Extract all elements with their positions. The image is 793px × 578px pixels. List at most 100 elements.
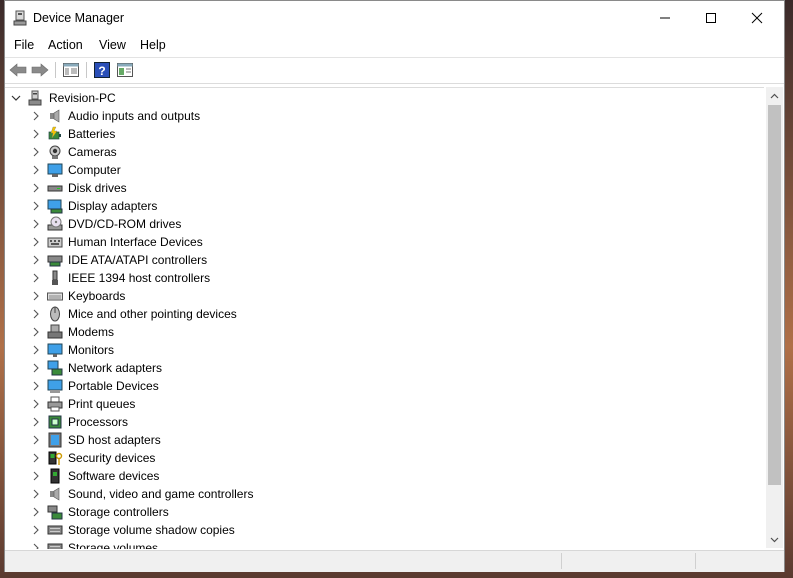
back-button[interactable] <box>8 61 28 79</box>
tree-category-item[interactable]: Storage volumes <box>5 539 745 549</box>
chevron-right-icon[interactable] <box>31 164 41 176</box>
properties-icon <box>117 63 133 77</box>
chevron-down-icon[interactable] <box>11 92 21 104</box>
tree-category-item[interactable]: Print queues <box>5 395 745 413</box>
tree-category-item[interactable]: Sound, video and game controllers <box>5 485 745 503</box>
tree-category-item[interactable]: Software devices <box>5 467 745 485</box>
tree-category-item[interactable]: Batteries <box>5 125 745 143</box>
chevron-right-icon[interactable] <box>31 308 41 320</box>
tree-category-label: Audio inputs and outputs <box>68 109 201 123</box>
chevron-right-icon[interactable] <box>31 506 41 518</box>
tree-category-label: Network adapters <box>68 361 163 375</box>
tree-category-item[interactable]: Audio inputs and outputs <box>5 107 745 125</box>
tree-category-item[interactable]: Mice and other pointing devices <box>5 305 745 323</box>
chevron-right-icon[interactable] <box>31 524 41 536</box>
chevron-right-icon[interactable] <box>31 398 41 410</box>
scroll-up-button[interactable] <box>766 87 783 104</box>
portable-device-icon <box>47 379 63 393</box>
tree-category-label: Batteries <box>68 127 116 141</box>
close-icon <box>751 12 763 24</box>
tree-category-label: Mice and other pointing devices <box>68 307 237 321</box>
tree-category-item[interactable]: Cameras <box>5 143 745 161</box>
menu-view[interactable]: View <box>99 38 126 52</box>
tree-category-item[interactable]: Display adapters <box>5 197 745 215</box>
chevron-right-icon[interactable] <box>31 542 41 549</box>
tree-category-item[interactable]: Keyboards <box>5 287 745 305</box>
maximize-button[interactable] <box>688 1 734 35</box>
window-title: Device Manager <box>33 11 125 25</box>
scrollbar-thumb[interactable] <box>768 105 781 485</box>
tree-category-item[interactable]: Monitors <box>5 341 745 359</box>
show-hide-console-tree-button[interactable] <box>61 61 81 79</box>
chevron-right-icon[interactable] <box>31 326 41 338</box>
tree-category-item[interactable]: Storage controllers <box>5 503 745 521</box>
chevron-right-icon[interactable] <box>31 218 41 230</box>
scroll-down-button[interactable] <box>766 531 783 548</box>
tree-category-item[interactable]: IDE ATA/ATAPI controllers <box>5 251 745 269</box>
tree-category-label: Storage controllers <box>68 505 169 519</box>
tree-category-item[interactable]: Storage volume shadow copies <box>5 521 745 539</box>
chevron-right-icon[interactable] <box>31 182 41 194</box>
tree-category-label: Cameras <box>68 145 117 159</box>
processor-icon <box>48 415 62 429</box>
printer-icon <box>47 396 63 412</box>
ide-controller-icon <box>47 255 63 267</box>
tree-category-item[interactable]: Computer <box>5 161 745 179</box>
chevron-right-icon[interactable] <box>31 128 41 140</box>
close-button[interactable] <box>734 1 780 35</box>
chevron-right-icon[interactable] <box>31 380 41 392</box>
tree-category-item[interactable]: SD host adapters <box>5 431 745 449</box>
tree-category-item[interactable]: Processors <box>5 413 745 431</box>
tree-category-item[interactable]: IEEE 1394 host controllers <box>5 269 745 287</box>
sd-card-icon <box>48 432 62 448</box>
tree-root-item[interactable]: Revision-PC <box>5 89 745 107</box>
forward-button[interactable] <box>30 61 50 79</box>
menu-help[interactable]: Help <box>140 38 166 52</box>
tree-category-item[interactable]: Modems <box>5 323 745 341</box>
chevron-right-icon[interactable] <box>31 470 41 482</box>
chevron-right-icon[interactable] <box>31 236 41 248</box>
tree-category-item[interactable]: Human Interface Devices <box>5 233 745 251</box>
chevron-right-icon[interactable] <box>31 362 41 374</box>
tree-category-label: Storage volumes <box>68 541 159 549</box>
maximize-icon <box>706 13 716 23</box>
chevron-right-icon[interactable] <box>31 416 41 428</box>
device-manager-window: Device Manager File Action View Help ? R… <box>4 0 785 572</box>
tree-category-label: Portable Devices <box>68 379 159 393</box>
tree-category-label: SD host adapters <box>68 433 161 447</box>
chevron-right-icon[interactable] <box>31 110 41 122</box>
tree-category-label: Human Interface Devices <box>68 235 203 249</box>
modem-icon <box>47 324 63 339</box>
chevron-right-icon[interactable] <box>31 434 41 446</box>
display-adapter-icon <box>47 199 63 214</box>
tree-category-label: Display adapters <box>68 199 158 213</box>
network-adapter-icon <box>47 360 63 376</box>
tree-category-item[interactable]: Security devices <box>5 449 745 467</box>
properties-button[interactable] <box>115 61 135 79</box>
status-bar <box>5 550 784 572</box>
chevron-right-icon[interactable] <box>31 200 41 212</box>
menu-file[interactable]: File <box>14 38 34 52</box>
vertical-scrollbar[interactable] <box>766 87 783 548</box>
menu-bar: File Action View Help <box>5 35 784 57</box>
chevron-right-icon[interactable] <box>31 452 41 464</box>
chevron-right-icon[interactable] <box>31 254 41 266</box>
tree-category-label: Computer <box>68 163 121 177</box>
menu-action[interactable]: Action <box>48 38 83 52</box>
tree-category-label: Sound, video and game controllers <box>68 487 254 501</box>
minimize-button[interactable] <box>642 1 688 35</box>
device-tree[interactable]: Revision-PC Audio inputs and outputs Batt… <box>5 87 764 549</box>
tree-category-label: Security devices <box>68 451 156 465</box>
title-bar[interactable]: Device Manager <box>5 1 784 35</box>
chevron-right-icon[interactable] <box>31 146 41 158</box>
tree-category-item[interactable]: DVD/CD-ROM drives <box>5 215 745 233</box>
chevron-right-icon[interactable] <box>31 290 41 302</box>
tree-category-item[interactable]: Portable Devices <box>5 377 745 395</box>
tree-category-item[interactable]: Disk drives <box>5 179 745 197</box>
tree-category-item[interactable]: Network adapters <box>5 359 745 377</box>
chevron-right-icon[interactable] <box>31 272 41 284</box>
help-button[interactable]: ? <box>92 61 112 79</box>
chevron-right-icon[interactable] <box>31 344 41 356</box>
shadow-copy-icon <box>47 525 63 535</box>
chevron-right-icon[interactable] <box>31 488 41 500</box>
